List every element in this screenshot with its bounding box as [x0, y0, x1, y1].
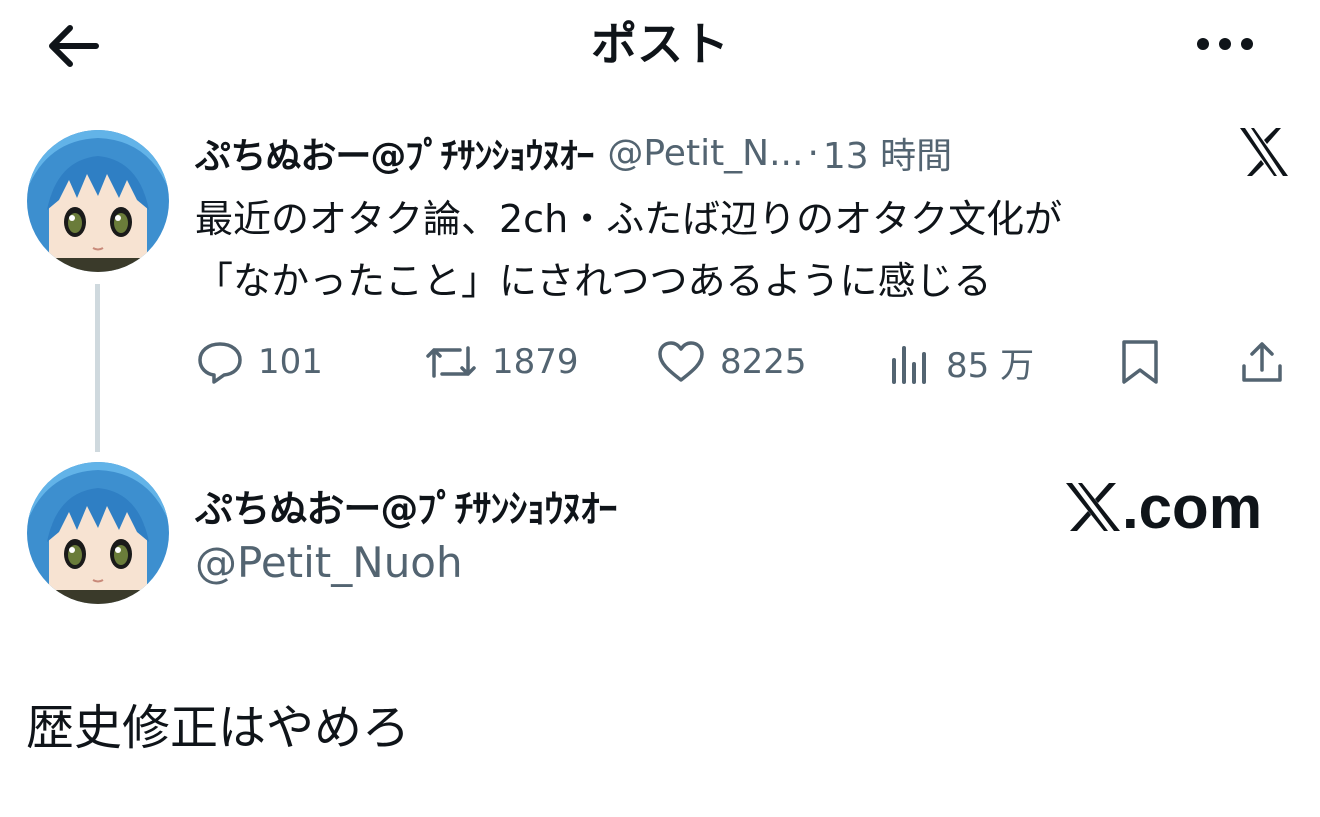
display-name[interactable]: ぷちぬおー@ﾌﾟﾁｻﾝｼｮｳﾇｵｰ	[195, 127, 594, 179]
avatar-image	[27, 130, 169, 272]
heart-icon	[658, 341, 704, 382]
tweet-text: 最近のオタク論、2ch・ふたば辺りのオタク文化が 「なかったこと」にされつつある…	[195, 188, 1275, 312]
avatar[interactable]	[27, 130, 169, 272]
reply-button[interactable]: 101	[196, 334, 323, 390]
reply-icon	[198, 342, 242, 384]
tweet-text-line: 「なかったこと」にされつつあるように感じる	[195, 259, 992, 303]
views-button[interactable]: 85 万	[888, 334, 1034, 390]
x-logo-icon	[1234, 122, 1294, 182]
x-logo-icon	[1066, 483, 1120, 531]
thread-line	[95, 284, 100, 452]
bookmark-icon	[1122, 340, 1158, 384]
page-title: ポスト	[591, 17, 729, 71]
more-horizontal-icon	[1197, 38, 1253, 50]
share-icon	[1242, 342, 1282, 382]
tweet-text-line: 最近のオタク論、2ch・ふたば辺りのオタク文化が	[195, 197, 1063, 241]
more-button[interactable]	[1190, 20, 1260, 68]
card-avatar[interactable]	[27, 462, 169, 604]
repost-button[interactable]: 1879	[424, 334, 579, 390]
tweet-header: ぷちぬおー@ﾌﾟﾁｻﾝｼｮｳﾇｵｰ @Petit_N... · 13 時間	[195, 126, 952, 180]
avatar-image	[27, 462, 169, 604]
x-com-logo: .com	[1062, 473, 1263, 541]
reply-count: 101	[258, 342, 323, 382]
x-com-brand-text: .com	[1122, 473, 1263, 541]
repost-count: 1879	[492, 342, 579, 382]
bookmark-button[interactable]	[1118, 334, 1162, 390]
like-count: 8225	[720, 342, 807, 382]
separator-dot: ·	[807, 132, 819, 174]
body-text: 歴史修正はやめろ	[26, 700, 411, 756]
share-button[interactable]	[1238, 334, 1286, 390]
card-handle[interactable]: @Petit_Nuoh	[195, 538, 463, 587]
handle[interactable]: @Petit_N...	[607, 133, 803, 174]
card-display-name[interactable]: ぷちぬおー@ﾌﾟﾁｻﾝｼｮｳﾇｵｰ	[195, 478, 617, 533]
like-button[interactable]: 8225	[656, 334, 807, 390]
views-chart-icon	[892, 346, 926, 384]
timestamp[interactable]: 13 時間	[823, 127, 952, 179]
view-count: 85 万	[946, 345, 1035, 386]
repost-icon	[426, 346, 476, 378]
